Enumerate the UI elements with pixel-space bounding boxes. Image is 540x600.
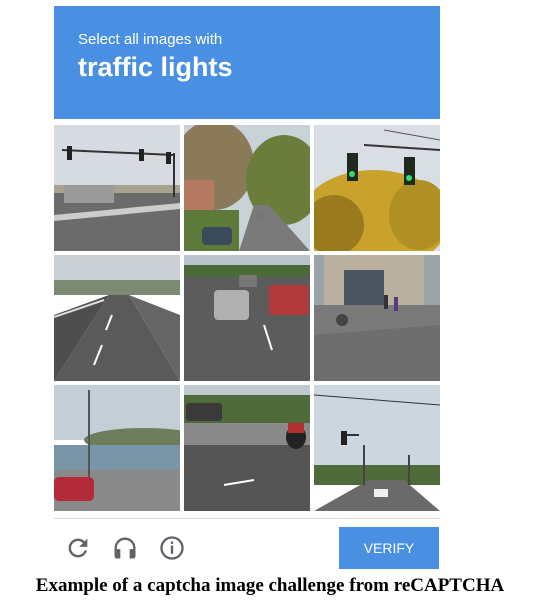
image-tile-3[interactable]	[314, 125, 440, 251]
image-tile-5[interactable]	[184, 255, 310, 381]
tile-6-image	[314, 255, 440, 381]
image-tile-1[interactable]	[54, 125, 180, 251]
target-object-label: traffic lights	[78, 52, 233, 82]
tile-9-image	[314, 385, 440, 511]
tile-1-image	[54, 125, 180, 251]
reload-icon[interactable]	[64, 534, 92, 562]
image-tile-4[interactable]	[54, 255, 180, 381]
image-tile-2[interactable]	[184, 125, 310, 251]
verify-button[interactable]: VERIFY	[339, 527, 439, 569]
tile-2-image	[184, 125, 310, 251]
tile-5-image	[184, 255, 310, 381]
tile-4-image	[54, 255, 180, 381]
footer-divider	[54, 518, 440, 519]
image-tile-7[interactable]	[54, 385, 180, 511]
tile-8-image	[184, 385, 310, 511]
tile-3-image	[314, 125, 440, 251]
instruction-text: Select all images with	[78, 31, 223, 48]
challenge-header: Select all images with traffic lights	[54, 6, 440, 119]
image-tile-9[interactable]	[314, 385, 440, 511]
image-tile-8[interactable]	[184, 385, 310, 511]
image-grid	[54, 125, 440, 511]
image-tile-6[interactable]	[314, 255, 440, 381]
tile-7-image	[54, 385, 180, 511]
info-icon[interactable]	[158, 534, 186, 562]
headphones-icon[interactable]	[111, 534, 139, 562]
figure-caption: Example of a captcha image challenge fro…	[35, 575, 505, 596]
